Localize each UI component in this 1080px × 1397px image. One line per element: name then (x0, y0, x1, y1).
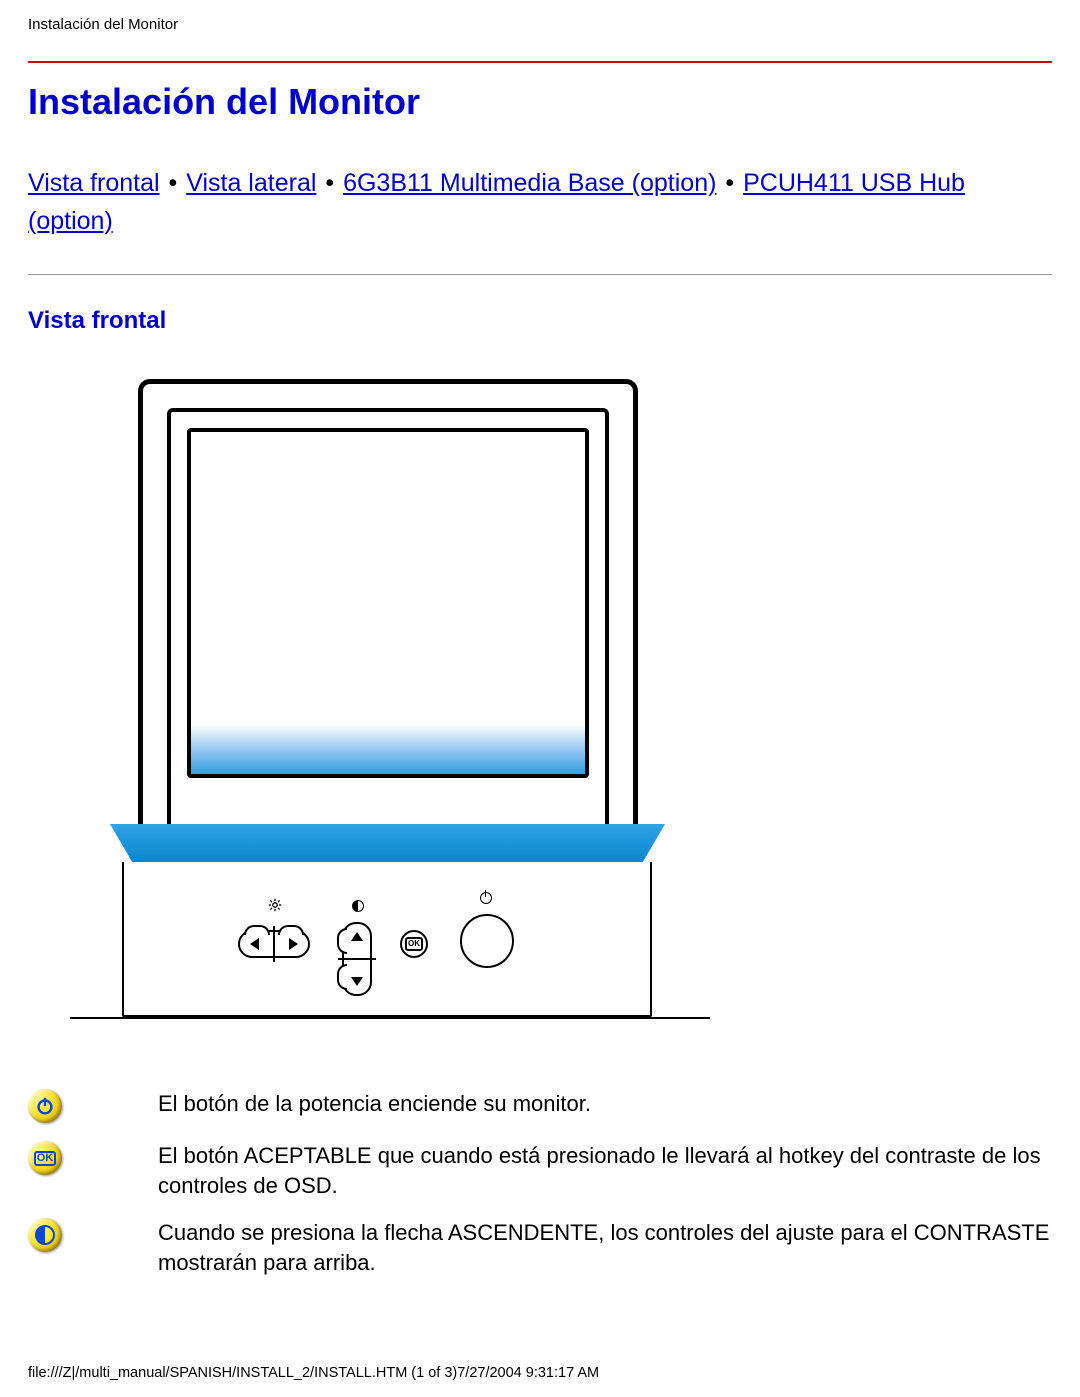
monitor-base-lip (70, 1017, 710, 1029)
nav-sep: • (167, 169, 180, 197)
contrast-icon (28, 1218, 62, 1252)
nav-link-multimedia-base[interactable]: 6G3B11 Multimedia Base (option) (343, 169, 716, 197)
contrast-icon (352, 900, 364, 912)
section-heading: Vista frontal (28, 307, 1052, 335)
legend-text: Cuando se presiona la flecha ASCENDENTE,… (158, 1218, 1052, 1277)
monitor-screen (187, 428, 589, 778)
legend-icon-cell: OK (28, 1141, 68, 1175)
screen-gradient-band (191, 724, 585, 774)
anchor-nav: Vista frontal • Vista lateral • 6G3B11 M… (28, 165, 1052, 240)
legend-icon-cell (28, 1089, 68, 1123)
ok-icon-label: OK (34, 1151, 57, 1166)
nav-sep: • (723, 169, 736, 197)
legend-text: El botón ACEPTABLE que cuando está presi… (158, 1141, 1052, 1200)
monitor-bezel (138, 379, 638, 824)
monitor-controls-group: OK (124, 892, 650, 1012)
nav-sep: • (323, 169, 336, 197)
page-footer-path: file:///Z|/multi_manual/SPANISH/INSTALL_… (28, 1365, 599, 1381)
legend-text: El botón de la potencia enciende su moni… (158, 1089, 1052, 1119)
page-header-small: Instalación del Monitor (28, 16, 1052, 33)
legend-row-power: El botón de la potencia enciende su moni… (28, 1089, 1052, 1123)
legend-row-contrast: Cuando se presiona la flecha ASCENDENTE,… (28, 1218, 1052, 1277)
brightness-icon (268, 898, 278, 908)
ok-button: OK (400, 930, 428, 958)
monitor-blue-wedge (110, 824, 665, 862)
legend-icon-cell (28, 1218, 68, 1252)
monitor-front-diagram: OK (110, 379, 665, 1029)
power-icon (28, 1089, 62, 1123)
thin-rule (28, 274, 1052, 275)
monitor-base-front: OK (122, 862, 652, 1017)
page-title: Instalación del Monitor (28, 81, 1052, 123)
top-red-rule (28, 61, 1052, 63)
nav-link-vista-lateral[interactable]: Vista lateral (186, 169, 316, 197)
up-down-button (342, 922, 372, 996)
power-button (460, 914, 514, 968)
legend-table: El botón de la potencia enciende su moni… (28, 1089, 1052, 1278)
power-icon (480, 892, 492, 904)
ok-button-label: OK (405, 937, 423, 951)
ok-icon: OK (28, 1141, 62, 1175)
nav-link-vista-frontal[interactable]: Vista frontal (28, 169, 160, 197)
legend-row-ok: OK El botón ACEPTABLE que cuando está pr… (28, 1141, 1052, 1200)
left-right-button (238, 930, 310, 958)
